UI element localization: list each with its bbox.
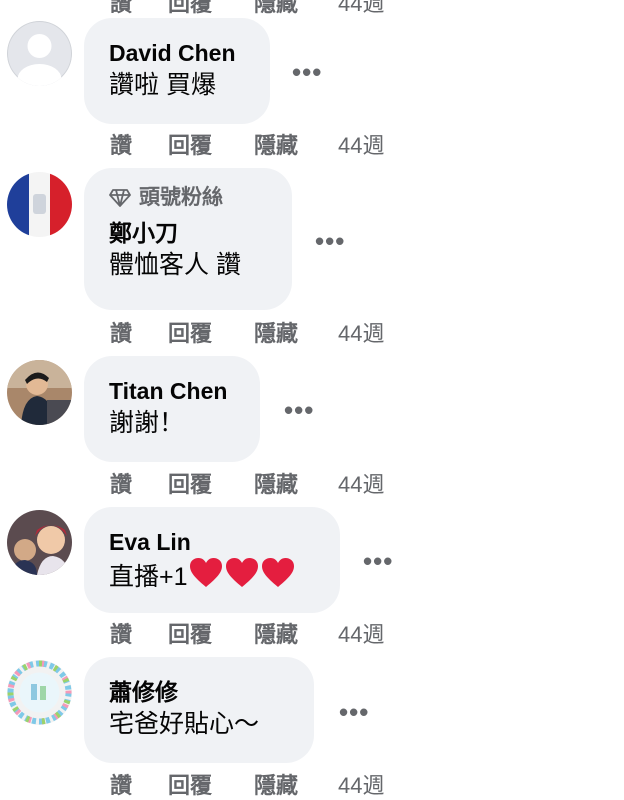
timestamp[interactable]: 44週 — [338, 128, 384, 160]
timestamp[interactable]: 44週 — [338, 316, 384, 348]
flag-avatar-image — [7, 172, 72, 237]
avatar[interactable] — [7, 510, 72, 575]
reply-link[interactable]: 回覆 — [168, 768, 254, 800]
badge-label: 頭號粉絲 — [139, 186, 223, 209]
like-link[interactable]: 讚 — [110, 617, 168, 649]
comment-text: 讚啦 買爆 — [109, 71, 216, 99]
comment-text: 宅爸好貼心～ — [109, 710, 260, 738]
reply-link[interactable]: 回覆 — [168, 617, 254, 649]
action-row: 讚 回覆 隱藏 44週 — [110, 768, 384, 800]
action-row: 讚 回覆 隱藏 44週 — [110, 128, 384, 160]
action-row: 讚 回覆 隱藏 44週 — [110, 467, 384, 499]
avatar[interactable] — [7, 172, 72, 237]
avatar[interactable] — [7, 360, 72, 425]
like-link[interactable]: 讚 — [110, 0, 168, 18]
comment-author[interactable]: Eva Lin — [109, 527, 315, 557]
pattern-avatar-image — [7, 660, 72, 725]
reply-link[interactable]: 回覆 — [168, 467, 254, 499]
hide-link[interactable]: 隱藏 — [254, 128, 338, 160]
comment-text: 體恤客人 讚 — [109, 251, 241, 279]
comment-bubble: Eva Lin 直播+1 — [84, 507, 340, 613]
more-options-button[interactable]: ••• — [292, 59, 322, 85]
action-row: 讚 回覆 隱藏 44週 — [110, 617, 384, 649]
like-link[interactable]: 讚 — [110, 128, 168, 160]
comment-text: 謝謝！ — [109, 409, 185, 437]
reply-link[interactable]: 回覆 — [168, 0, 254, 18]
timestamp[interactable]: 44週 — [338, 467, 384, 499]
more-options-button[interactable]: ••• — [284, 397, 314, 423]
timestamp[interactable]: 44週 — [338, 768, 384, 800]
reply-link[interactable]: 回覆 — [168, 316, 254, 348]
hide-link[interactable]: 隱藏 — [254, 0, 338, 18]
comment-text-content: 直播+1 — [109, 563, 188, 591]
timestamp[interactable]: 44週 — [338, 617, 384, 649]
hide-link[interactable]: 隱藏 — [254, 768, 338, 800]
like-link[interactable]: 讚 — [110, 467, 168, 499]
heart-emoji-icon — [188, 557, 224, 598]
photo-avatar-image — [7, 510, 72, 575]
reply-link[interactable]: 回覆 — [168, 128, 254, 160]
avatar[interactable] — [7, 660, 72, 725]
like-link[interactable]: 讚 — [110, 316, 168, 348]
more-options-button[interactable]: ••• — [315, 228, 345, 254]
comment-text: 直播+1 — [109, 557, 315, 598]
diamond-icon — [109, 189, 131, 207]
hide-link[interactable]: 隱藏 — [254, 316, 338, 348]
action-row: 讚 回覆 隱藏 44週 — [110, 316, 384, 348]
comment-bubble: Titan Chen 謝謝！ — [84, 356, 260, 462]
comment-author[interactable]: Titan Chen — [109, 376, 235, 406]
action-row-partial-top: 讚 回覆 隱藏 44週 — [110, 0, 384, 18]
like-link[interactable]: 讚 — [110, 768, 168, 800]
top-fan-badge: 頭號粉絲 — [109, 184, 267, 212]
hide-link[interactable]: 隱藏 — [254, 467, 338, 499]
heart-emoji-icon — [224, 557, 260, 598]
timestamp[interactable]: 44週 — [338, 0, 384, 18]
comment-author[interactable]: 蕭修修 — [109, 677, 289, 707]
comment-bubble: David Chen 讚啦 買爆 — [84, 18, 270, 124]
comment-author[interactable]: David Chen — [109, 38, 245, 68]
more-options-button[interactable]: ••• — [363, 548, 393, 574]
hide-link[interactable]: 隱藏 — [254, 617, 338, 649]
comment-bubble: 頭號粉絲 鄭小刀 體恤客人 讚 — [84, 168, 292, 310]
heart-emoji-icon — [260, 557, 296, 598]
more-options-button[interactable]: ••• — [339, 699, 369, 725]
comment-bubble: 蕭修修 宅爸好貼心～ — [84, 657, 314, 763]
avatar[interactable] — [7, 21, 72, 86]
default-avatar-icon — [7, 21, 72, 86]
comment-author[interactable]: 鄭小刀 — [109, 218, 267, 248]
photo-avatar-image — [7, 360, 72, 425]
